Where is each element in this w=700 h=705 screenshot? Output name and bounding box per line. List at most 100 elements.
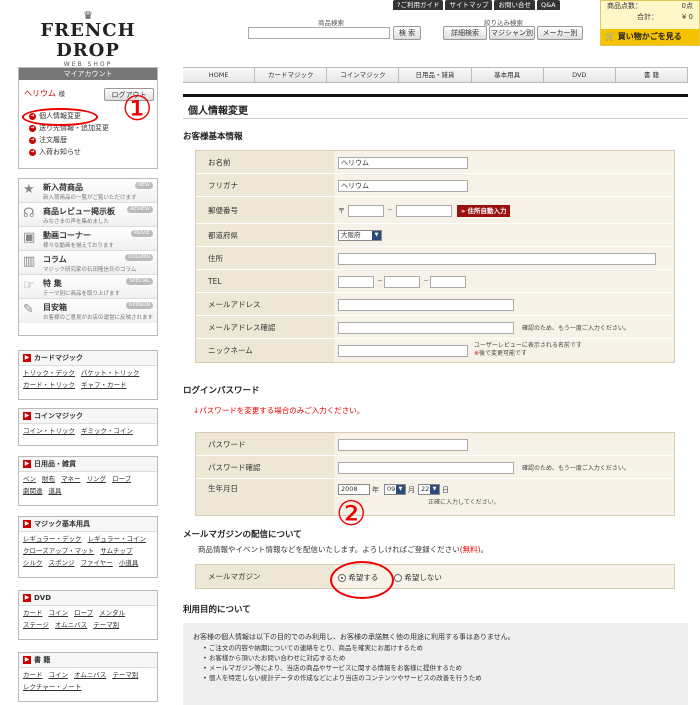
category-link[interactable]: オムニバス [74,670,106,681]
address-autofill-button[interactable]: » 住所自動入力 [457,205,511,217]
purpose-item-text: 個人を特定しない統計データの作成などにより当店のコンテンツやサービスの改善を行う… [208,674,482,682]
category-link[interactable]: 劇関連 [23,486,43,497]
category-link[interactable]: カード・トリック [23,380,75,391]
nav-card-magic[interactable]: カードマジック [255,68,328,82]
category-link[interactable]: ギミック・コイン [81,426,133,437]
feature-reviews[interactable]: ☊ 商品レビュー掲示板 みなさまの声を集めました REVIEW [19,203,157,227]
category-link[interactable]: テーマ別 [112,670,138,681]
newsletter-no-label: 希望しない [404,573,442,582]
purpose-item: • お客様から頂いたお問い合わせに対応するため [203,654,346,662]
search-input[interactable] [248,27,390,39]
feature-desc: マジック研究家の石田隆信氏のコラム [43,267,137,273]
category-link[interactable]: ギャフ・カード [81,380,127,391]
nav-basic-tools[interactable]: 基本用具 [471,68,544,82]
nav-dvd[interactable]: DVD [543,68,616,82]
account-link-restock[interactable]: ➜ 入荷お知らせ [29,146,109,158]
feature-column[interactable]: ▥ コラム マジック研究家の石田隆信氏のコラム COLUMN [19,251,157,275]
name-input[interactable]: ヘリウム [338,157,468,169]
category-link[interactable]: ロープ [74,608,93,619]
tel-input-3[interactable] [430,276,466,288]
category-link[interactable]: テーマ別 [93,620,119,631]
category-link[interactable]: レギュラー・デック [23,534,82,545]
account-link-label: 注文履歴 [39,136,67,144]
category-link[interactable]: シルク [23,558,43,569]
category-link[interactable]: サムチップ [100,546,132,557]
category-link[interactable]: 小道具 [119,558,139,569]
maker-filter-button[interactable]: メーカー別 [537,26,583,40]
category-link[interactable]: レギュラー・コイン [88,534,147,545]
search-button[interactable]: 検 索 [393,26,421,40]
guide-link[interactable]: ?ご利用ガイド [393,0,444,10]
view-cart-button[interactable]: 🛒 買い物かごを見る [601,29,699,45]
feature-opinion[interactable]: ✎ 目安箱 お客様のご意見がお店の運営に反映されます OPINION [19,299,157,323]
month-unit: 月 [408,486,415,494]
advanced-search-button[interactable]: 詳細検索 [443,26,487,40]
category-link[interactable]: トリック・デック [23,368,75,379]
basic-info-heading: お客様基本情報 [183,132,243,142]
feature-title: 目安箱 [43,303,67,312]
play-icon: ▶ [23,656,31,664]
nav-goods[interactable]: 日用品・雑貨 [399,68,472,82]
tel-input-1[interactable] [338,276,374,288]
nav-books[interactable]: 書 籍 [615,68,688,82]
category-link[interactable]: ロープ [112,474,131,485]
email-input[interactable] [338,299,514,311]
password-confirm-input[interactable] [338,462,514,474]
email-confirm-input[interactable] [338,322,514,334]
feature-new-arrivals[interactable]: ★ 新入荷商品 新入荷商品の一覧がご覧いただけます NEW [19,179,157,203]
sitemap-link[interactable]: サイトマップ [445,0,493,10]
prefecture-select[interactable]: 大阪府 ▼ [338,230,382,241]
category-link[interactable]: リング [87,474,107,485]
category-link[interactable]: ペン [23,474,36,485]
zip-input-2[interactable] [396,205,452,217]
annotation-circle-newsletter-yes [330,561,394,599]
category-title-text: マジック基本用具 [34,520,90,528]
category-link[interactable]: オムニバス [55,620,87,631]
category-link[interactable]: クローズアップ・マット [23,546,94,557]
nickname-input[interactable] [338,345,468,357]
feature-videos[interactable]: ▣ 動画コーナー 様々な動画を揃えております MOVIE [19,227,157,251]
category-link[interactable]: カード [23,608,43,619]
category-link[interactable]: レクチャー・ノート [23,682,81,693]
qa-link[interactable]: Q&A [536,0,560,10]
account-link-orders[interactable]: ➜ 注文履歴 [29,134,109,146]
category-link[interactable]: 財布 [42,474,55,485]
note-text: 後で変更可能です [479,350,528,357]
furigana-row: フリガナ ヘリウム [196,174,674,197]
category-link[interactable]: パケット・トリック [81,368,140,379]
birth-day-select[interactable]: 22 ▼ [418,484,440,495]
purpose-item: • メールマガジン等により、当店の商品やサービスに関する情報をお客様に提供するた… [203,664,463,672]
category-link[interactable]: コイン・トリック [23,426,75,437]
login-password-heading: ログインパスワード [183,386,260,396]
category-link[interactable]: ステージ [23,620,49,631]
category-link[interactable]: メンタル [99,608,125,619]
nav-home[interactable]: HOME [183,68,256,82]
zip-input-1[interactable] [348,205,384,217]
contact-link[interactable]: お問い合せ [494,0,535,10]
logo[interactable]: ♛ FRENCH DROP WEB SHOP [18,10,158,68]
tel-input-2[interactable] [384,276,420,288]
category-link[interactable]: カード [23,670,43,681]
newsletter-no-option[interactable]: 希望しない [394,572,442,583]
nav-coin-magic[interactable]: コインマジック [327,68,400,82]
feature-desc: 新入荷商品の一覧がご覧いただけます [43,195,137,201]
category-link[interactable]: 道具 [49,486,62,497]
magician-filter-button[interactable]: マジシャン別 [489,26,535,40]
feature-special[interactable]: ☞ 特 集テーマ別に商品を取り上げます SPECIAL [19,275,157,299]
furigana-input[interactable]: ヘリウム [338,180,468,192]
birth-month-select[interactable]: 09 ▼ [384,484,406,495]
chevron-down-icon: ▼ [396,485,405,494]
radio-unselected-icon[interactable] [394,574,402,582]
tel-row: TEL － － [196,270,674,293]
category-title-text: カードマジック [34,354,83,362]
category-link[interactable]: コイン [49,670,69,681]
newsletter-form: メールマガジン 希望する 希望しない [195,564,675,589]
address-input[interactable] [338,253,656,265]
category-link[interactable]: ファイヤー [81,558,113,569]
category-title: ▶ DVD [19,591,157,606]
category-link[interactable]: マネー [61,474,81,485]
category-link[interactable]: コイン [49,608,69,619]
category-link[interactable]: スポンジ [49,558,75,569]
password-input[interactable] [338,439,468,451]
user-honorific: 様 [58,90,66,98]
